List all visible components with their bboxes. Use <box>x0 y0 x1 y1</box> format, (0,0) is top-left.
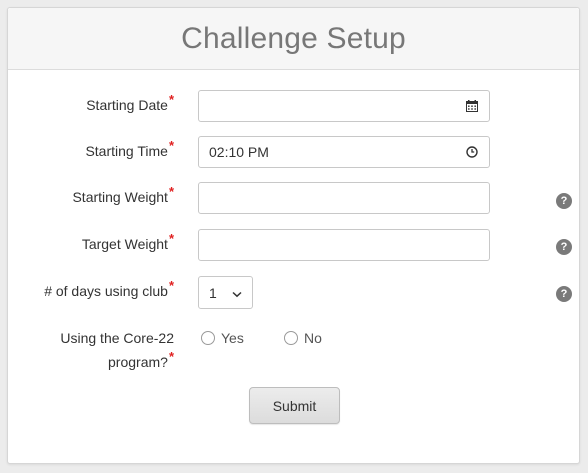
panel-header: Challenge Setup <box>8 8 579 70</box>
challenge-setup-panel: Challenge Setup Starting Date* Starting … <box>7 7 580 464</box>
core22-yes-radio[interactable]: Yes <box>201 330 244 346</box>
target-weight-label: Target Weight* <box>81 231 174 257</box>
days-using-club-label: # of days using club* <box>44 278 174 304</box>
days-using-club-value: 1 <box>209 284 217 301</box>
days-using-club-label-text: # of days using club <box>44 283 168 299</box>
core22-yes-label: Yes <box>221 330 244 346</box>
core22-no-radio[interactable]: No <box>284 330 322 346</box>
starting-date-input[interactable] <box>198 90 490 122</box>
chevron-down-icon <box>232 285 242 301</box>
clock-icon[interactable] <box>465 145 479 159</box>
required-mark: * <box>168 138 174 153</box>
days-using-club-help-icon[interactable]: ? <box>556 286 572 302</box>
required-mark: * <box>168 278 174 293</box>
starting-date-label: Starting Date* <box>86 92 174 118</box>
core22-no-label: No <box>304 330 322 346</box>
starting-time-label-text: Starting Time <box>85 143 168 159</box>
submit-button[interactable]: Submit <box>249 387 340 424</box>
required-mark: * <box>168 184 174 199</box>
starting-weight-label: Starting Weight* <box>72 184 174 210</box>
required-mark: * <box>168 92 174 107</box>
core22-label: Using the Core-22 program?* <box>60 326 174 375</box>
starting-date-label-text: Starting Date <box>86 97 168 113</box>
starting-time-label: Starting Time* <box>85 138 174 164</box>
radio-circle[interactable] <box>284 331 298 345</box>
starting-time-input[interactable]: 02:10 PM <box>198 136 490 168</box>
page-title: Challenge Setup <box>181 21 406 55</box>
core22-label-line1: Using the Core-22 <box>60 330 174 346</box>
required-mark: * <box>168 231 174 246</box>
core22-label-line2: program? <box>108 354 168 370</box>
radio-circle[interactable] <box>201 331 215 345</box>
starting-weight-label-text: Starting Weight <box>72 189 168 205</box>
target-weight-label-text: Target Weight <box>81 236 168 252</box>
target-weight-help-icon[interactable]: ? <box>556 239 572 255</box>
required-mark: * <box>168 349 174 364</box>
starting-time-value: 02:10 PM <box>209 144 269 160</box>
starting-weight-input[interactable] <box>198 182 490 214</box>
days-using-club-select[interactable]: 1 <box>198 276 253 309</box>
calendar-icon[interactable] <box>465 99 479 113</box>
starting-weight-help-icon[interactable]: ? <box>556 193 572 209</box>
target-weight-input[interactable] <box>198 229 490 261</box>
